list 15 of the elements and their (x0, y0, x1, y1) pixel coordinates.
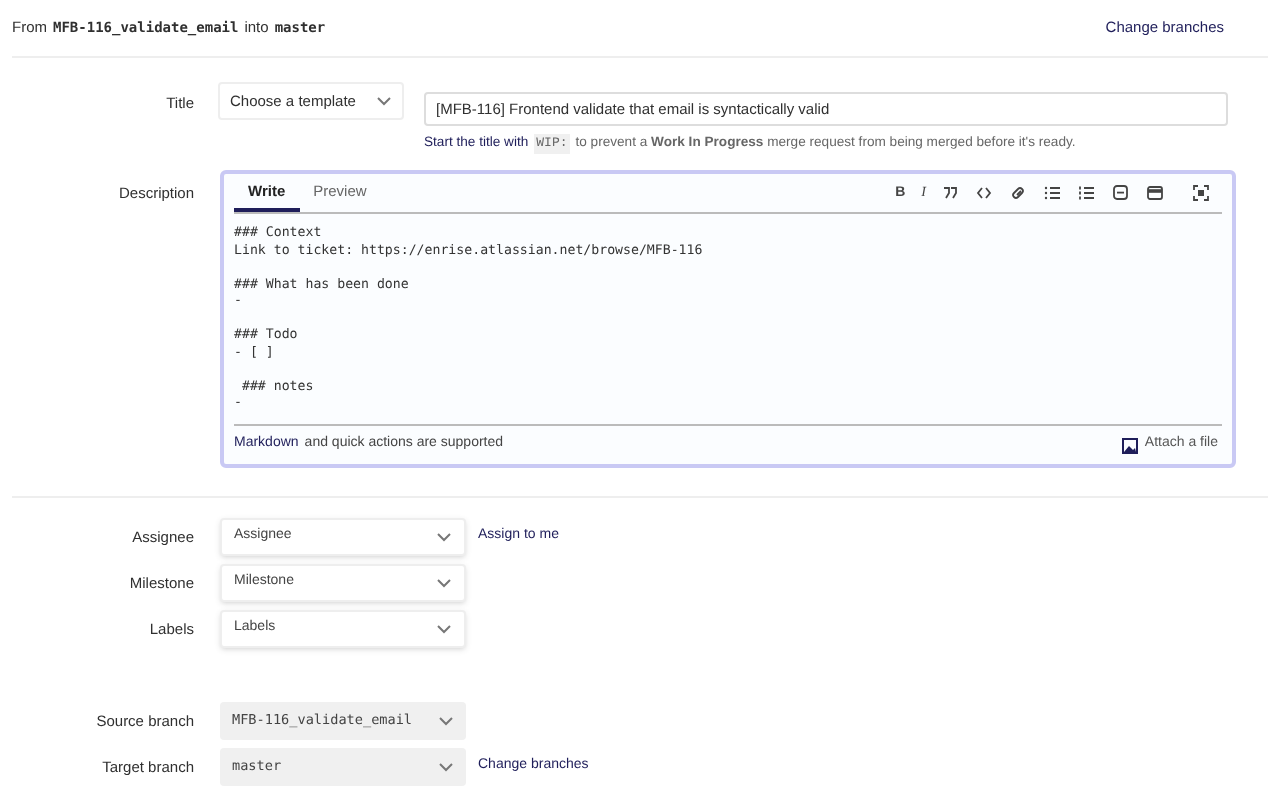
image-icon (1122, 437, 1139, 454)
chevron-down-icon (436, 577, 452, 588)
code-icon[interactable] (976, 184, 994, 203)
fullscreen-icon[interactable] (1192, 184, 1210, 203)
quote-icon[interactable] (942, 184, 960, 203)
bullet-list-icon[interactable] (1044, 184, 1062, 203)
numbered-list-icon[interactable] (1078, 184, 1096, 203)
chevron-down-icon (438, 761, 454, 772)
chevron-down-icon (438, 715, 454, 726)
link-icon[interactable] (1010, 184, 1028, 203)
task-list-icon[interactable] (1112, 184, 1130, 203)
chevron-down-icon (436, 531, 452, 542)
chevron-down-icon (436, 623, 452, 634)
chevron-down-icon (376, 96, 392, 106)
table-icon[interactable] (1146, 184, 1164, 203)
